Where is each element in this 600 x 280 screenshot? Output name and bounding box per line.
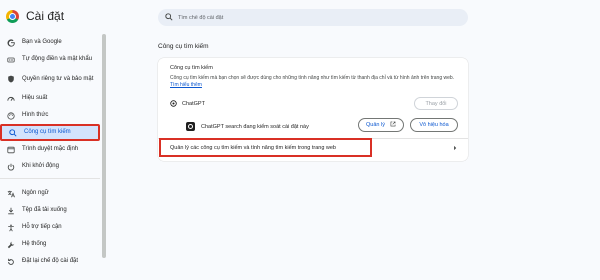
search-input[interactable] [178, 14, 458, 21]
search-icon [8, 128, 18, 138]
current-engine-row: ChatGPT [170, 100, 205, 107]
chatgpt-icon [170, 100, 177, 107]
description-text: Công cụ tìm kiếm mà bạn chọn sẽ được dùn… [170, 75, 455, 81]
sidebar-item-label: Tự động điền và mật khẩu [22, 56, 93, 62]
change-button[interactable]: Thay đổi [414, 97, 458, 110]
manage-search-engines-label: Quản lý các công cụ tìm kiếm và tính năn… [170, 144, 336, 151]
chrome-logo-icon [6, 10, 19, 23]
sidebar-item-label: Ngôn ngữ [22, 190, 49, 196]
google-icon [6, 38, 16, 48]
open-external-icon [390, 121, 396, 129]
sidebar-item-on-startup[interactable]: Khi khởi động [0, 158, 100, 175]
sidebar-item-downloads[interactable]: Tệp đã tải xuống [0, 202, 100, 219]
chevron-right-icon [452, 145, 458, 151]
extension-row: ChatGPT search đang kiểm soát cài đặt nà… [186, 122, 309, 131]
sidebar-item-languages[interactable]: Ngôn ngữ [0, 185, 100, 202]
extension-text: ChatGPT search đang kiểm soát cài đặt nà… [201, 123, 309, 130]
search-engine-card: Công cụ tìm kiếm Công cụ tìm kiếm mà bạn… [158, 58, 468, 161]
sidebar-item-label: Trình duyệt mặc định [22, 146, 79, 152]
card-title: Công cụ tìm kiếm [170, 65, 213, 71]
wrench-icon [6, 240, 16, 250]
manage-search-engines-row[interactable]: Quản lý các công cụ tìm kiếm và tính năn… [159, 138, 372, 157]
shield-icon [6, 74, 16, 84]
speedometer-icon [6, 94, 16, 104]
page-title: Cài đặt [26, 9, 65, 23]
manage-button-label: Quản lý [366, 122, 385, 128]
sidebar-item-autofill[interactable]: Tự động điền và mật khẩu [0, 51, 100, 68]
sidebar-item-label: Hiệu suất [22, 95, 48, 101]
section-title: Công cụ tìm kiếm [158, 43, 209, 50]
sidebar: Bạn và Google Tự động điền và mật khẩu Q… [0, 34, 100, 270]
power-icon [6, 162, 16, 172]
sidebar-item-label: Hình thức [22, 112, 49, 118]
search-icon [165, 12, 173, 23]
sidebar-item-label: Công cụ tìm kiếm [24, 129, 71, 135]
accessibility-icon [6, 223, 16, 233]
sidebar-item-performance[interactable]: Hiệu suất [0, 90, 100, 107]
sidebar-item-you-and-google[interactable]: Bạn và Google [0, 34, 100, 51]
sidebar-divider [0, 178, 100, 179]
sidebar-item-accessibility[interactable]: Hỗ trợ tiếp cận [0, 219, 100, 236]
manage-extension-button[interactable]: Quản lý [358, 118, 404, 132]
download-icon [6, 206, 16, 216]
sidebar-item-search-engine[interactable]: Công cụ tìm kiếm [0, 124, 100, 141]
sidebar-item-label: Quyền riêng tư và bảo mật [22, 75, 94, 82]
sidebar-item-label: Bạn và Google [22, 39, 62, 45]
sidebar-item-reset[interactable]: Đặt lại chế độ cài đặt [0, 253, 100, 270]
disable-button[interactable]: Vô hiệu hóa [410, 118, 458, 132]
card-description: Công cụ tìm kiếm mà bạn chọn sẽ được dùn… [170, 75, 460, 89]
autofill-icon [6, 55, 16, 65]
sidebar-item-label: Hệ thống [22, 241, 47, 247]
sidebar-item-system[interactable]: Hệ thống [0, 236, 100, 253]
sidebar-item-label: Tệp đã tải xuống [22, 207, 67, 213]
search-box[interactable] [158, 9, 468, 26]
sidebar-item-label: Hỗ trợ tiếp cận [22, 224, 62, 230]
reset-icon [6, 257, 16, 267]
sidebar-scrollbar[interactable] [102, 34, 106, 258]
sidebar-item-label: Đặt lại chế độ cài đặt [22, 258, 79, 264]
chrome-logo [6, 10, 19, 23]
engine-name: ChatGPT [182, 100, 205, 107]
sidebar-item-default-browser[interactable]: Trình duyệt mặc định [0, 141, 100, 158]
sidebar-item-privacy[interactable]: Quyền riêng tư và bảo mật [0, 68, 100, 90]
extension-icon [186, 122, 195, 131]
sidebar-item-appearance[interactable]: Hình thức [0, 107, 100, 124]
translate-icon [6, 189, 16, 199]
learn-more-link[interactable]: Tìm hiểu thêm [170, 82, 202, 88]
palette-icon [6, 111, 16, 121]
sidebar-item-label: Khi khởi động [22, 163, 59, 169]
browser-icon [6, 145, 16, 155]
